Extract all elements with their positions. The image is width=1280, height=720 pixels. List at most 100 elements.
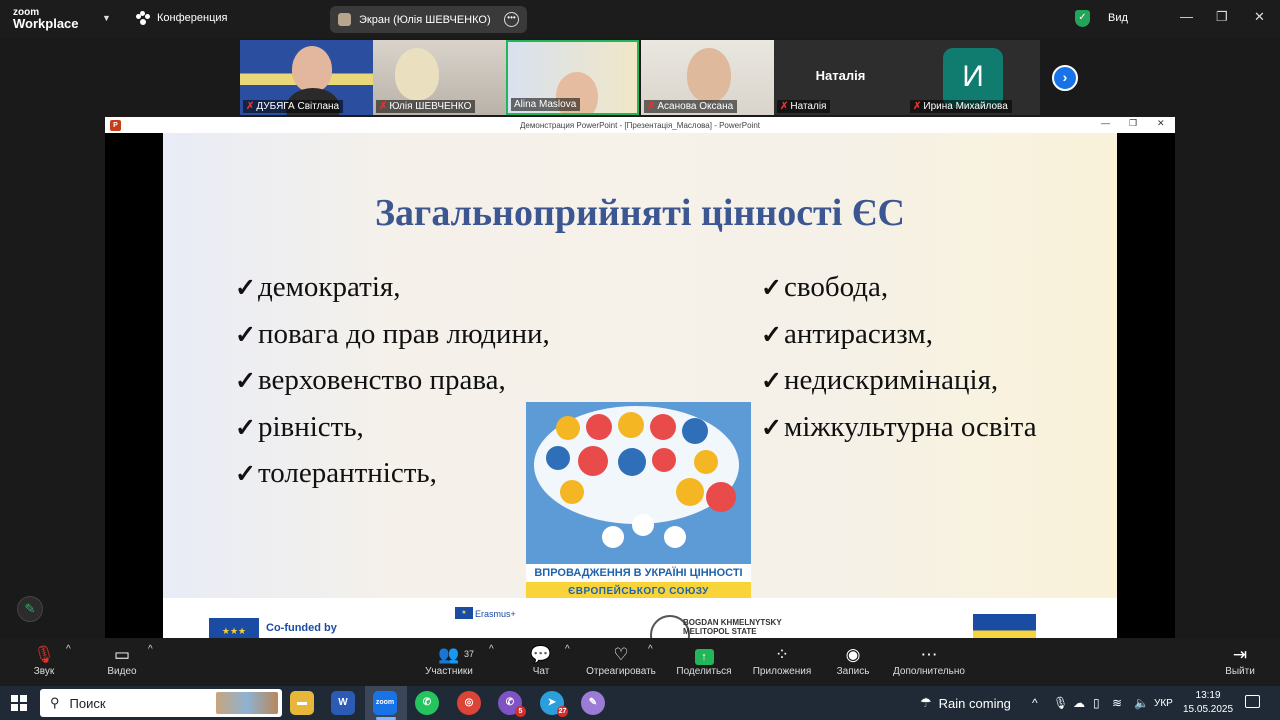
word-icon[interactable]: W xyxy=(331,691,355,715)
chevron-up-icon[interactable]: ^ xyxy=(565,644,570,655)
apps-icon: ⁘ xyxy=(774,645,790,664)
search-placeholder: Поиск xyxy=(69,695,106,711)
chevron-up-icon[interactable]: ^ xyxy=(648,644,653,655)
chat-icon: 💬 xyxy=(530,645,552,664)
whatsapp-icon[interactable]: ✆ xyxy=(415,691,439,715)
list-item-text: свобода, xyxy=(783,271,889,303)
view-button[interactable]: Вид xyxy=(1108,12,1128,24)
file-explorer-icon[interactable]: ▬ xyxy=(290,691,314,715)
restore-icon[interactable]: ❐ xyxy=(1216,9,1228,25)
mic-muted-icon: 🎙 xyxy=(33,645,55,664)
chrome-icon[interactable]: ◎ xyxy=(457,691,481,715)
cofunded-text: Co-funded by xyxy=(266,622,337,634)
child-figure-icon xyxy=(632,514,654,536)
chat-button[interactable]: 💬 Чат xyxy=(526,644,556,677)
scales-icon xyxy=(586,414,612,440)
minimize-icon[interactable]: — xyxy=(1180,9,1193,24)
ukraine-eu-flag-icon xyxy=(973,614,1036,638)
checkmark-icon: ✓ xyxy=(235,414,256,442)
mic-muted-icon: ✗ xyxy=(379,101,388,112)
zoom-app-icon[interactable]: zoom xyxy=(373,691,397,715)
chevron-up-icon[interactable]: ^ xyxy=(489,644,494,655)
slide-letterbox-left xyxy=(105,133,163,638)
clock-date: 15.05.2025 xyxy=(1183,704,1234,715)
more-options-icon[interactable]: ••• xyxy=(504,12,519,27)
participant-name: Alina Maslova xyxy=(514,99,577,110)
participant-face xyxy=(395,48,439,100)
participant-face xyxy=(292,46,332,92)
checkmark-icon: ✓ xyxy=(761,321,782,349)
notification-icon[interactable] xyxy=(1245,695,1260,708)
chevron-up-icon[interactable]: ^ xyxy=(148,644,153,655)
video-label: Видео xyxy=(107,666,137,677)
leave-button[interactable]: ⇥ Выйти xyxy=(1222,644,1258,677)
university-name-line2: MELITOPOL STATE xyxy=(683,627,757,636)
hug-icon xyxy=(676,478,704,506)
next-page-arrow-icon[interactable]: › xyxy=(1052,65,1078,91)
eu-flag-icon: ★★★ xyxy=(209,618,259,638)
telegram-icon[interactable]: ➤ 27 xyxy=(540,691,568,717)
weather-widget[interactable]: ☂ Rain coming xyxy=(920,695,1011,711)
checkmark-icon: ✓ xyxy=(235,321,256,349)
participant-tile[interactable]: ✗ ДУБЯГА Світлана xyxy=(240,40,373,115)
restore-icon[interactable]: ❐ xyxy=(1129,118,1137,129)
wifi-icon[interactable]: ≋ xyxy=(1112,696,1122,710)
list-item-text: антирасизм, xyxy=(783,317,933,350)
language-indicator[interactable]: УКР xyxy=(1154,698,1173,709)
sound-button[interactable]: 🎙 Звук xyxy=(28,644,60,677)
security-shield-icon[interactable]: ✓ xyxy=(1075,10,1090,27)
close-icon[interactable]: ✕ xyxy=(1254,9,1265,25)
conference-menu[interactable]: Конференция xyxy=(136,11,227,25)
list-item-text: верховенство права, xyxy=(257,364,506,396)
taskbar-clock[interactable]: 13:19 15.05.2025 xyxy=(1183,689,1233,717)
telegram-badge: 27 xyxy=(557,706,568,717)
microphone-icon[interactable]: 🎙 xyxy=(1053,696,1068,710)
list-item-text: недискримінація, xyxy=(783,364,999,396)
participant-name: Асанова Оксана xyxy=(657,101,734,112)
record-button[interactable]: ◉ Запись xyxy=(834,644,872,677)
chevron-up-icon[interactable]: ^ xyxy=(66,644,71,655)
viber-badge: 5 xyxy=(515,706,526,717)
participant-tile[interactable]: ✗ Юлія ШЕВЧЕНКО xyxy=(373,40,506,115)
paint-icon[interactable]: ✎ xyxy=(581,691,605,715)
share-button[interactable]: ↑ Поделиться xyxy=(674,644,734,677)
taskbar-search-input[interactable]: ⚲ Поиск xyxy=(40,689,282,717)
chevron-down-icon[interactable]: ▼ xyxy=(102,13,111,23)
zoom-logo[interactable]: zoom Workplace xyxy=(13,7,79,30)
video-button[interactable]: ▭ Видео xyxy=(104,644,140,677)
apps-button[interactable]: ⁘ Приложения xyxy=(750,644,814,677)
device-icon[interactable]: ▯ xyxy=(1093,696,1100,710)
leave-door-icon: ⇥ xyxy=(1232,645,1248,664)
participant-display-name: Наталія xyxy=(815,68,866,83)
weather-text: Rain coming xyxy=(938,695,1011,711)
erasmus-text: Erasmus+ xyxy=(475,609,516,619)
list-item-text: рівність, xyxy=(257,410,364,443)
screen-share-pill[interactable]: Экран (Юлія ШЕВЧЕНКО) ••• xyxy=(330,6,527,33)
hands-icon xyxy=(556,416,580,440)
conference-label: Конференция xyxy=(157,12,228,24)
close-icon[interactable]: ✕ xyxy=(1157,118,1165,129)
react-button[interactable]: ♡ Отреагировать xyxy=(584,644,658,677)
list-item: ✓свобода, xyxy=(761,265,1037,312)
list-item: ✓верховенство права, xyxy=(235,358,550,405)
slide-footer-logos: ★★★ Co-funded by ★ Erasmus+ BOGDAN KHMEL… xyxy=(163,598,1117,638)
participant-tile[interactable]: Наталія ✗ Наталія xyxy=(774,40,907,115)
slide-title: Загальноприйняті цінності ЄС xyxy=(375,192,905,234)
participant-name-tag: ✗ Асанова Оксана xyxy=(644,100,738,113)
react-label: Отреагировать xyxy=(586,666,656,677)
viber-icon[interactable]: ✆ 5 xyxy=(498,691,526,717)
apps-label: Приложения xyxy=(752,666,812,677)
annotate-pencil-icon[interactable]: ✎ xyxy=(17,596,43,622)
onedrive-cloud-icon[interactable]: ☁ xyxy=(1073,696,1085,710)
windows-start-icon[interactable] xyxy=(11,695,27,711)
search-icon: ⚲ xyxy=(50,695,60,710)
chevron-up-icon[interactable]: ^ xyxy=(1032,696,1038,710)
participant-name: ДУБЯГА Світлана xyxy=(256,101,340,112)
volume-icon[interactable]: 🔈 xyxy=(1134,696,1149,710)
more-button[interactable]: ⋯ Дополнительно xyxy=(890,644,968,677)
participant-tile-active[interactable]: Alina Maslova xyxy=(506,40,639,115)
checkmark-icon: ✓ xyxy=(235,461,256,488)
participant-tile[interactable]: И ✗ Ирина Михайлова xyxy=(907,40,1040,115)
minimize-icon[interactable]: — xyxy=(1101,118,1110,128)
participant-tile[interactable]: ✗ Асанова Оксана xyxy=(641,40,774,115)
